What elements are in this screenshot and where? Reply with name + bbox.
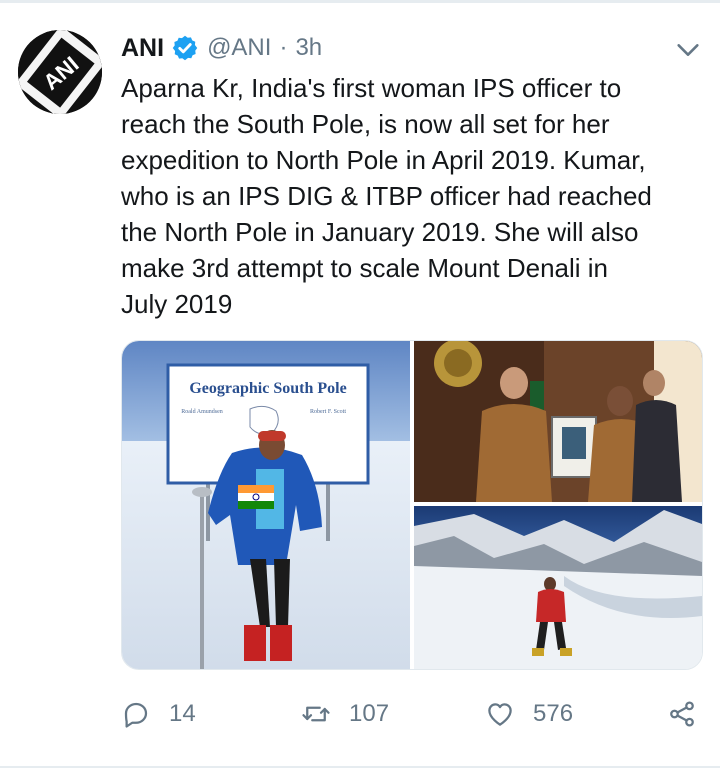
photo-mountain-climb[interactable]	[414, 506, 702, 669]
separator-dot: ·	[279, 34, 288, 61]
ani-logo: ANI	[18, 30, 102, 114]
verified-badge-icon	[171, 34, 199, 62]
tweet-text-line: July 2019	[121, 289, 233, 319]
retweet-count: 107	[349, 700, 390, 727]
sign-title: Geographic South Pole	[189, 380, 346, 397]
sign-left-name: Roald Amundsen	[181, 409, 223, 415]
top-divider	[0, 0, 720, 3]
tweet-text-line: the North Pole in January 2019. She will…	[121, 217, 639, 247]
author-name[interactable]: ANI	[121, 34, 164, 63]
media-grid: Geographic South Pole Roald Amundsen Rob…	[121, 340, 703, 670]
like-button[interactable]: 576	[485, 692, 573, 736]
tweet-text: Aparna Kr, India's first woman IPS offic…	[121, 70, 711, 322]
tweet-text-line: make 3rd attempt to scale Mount Denali i…	[121, 253, 609, 283]
retweet-button[interactable]: 107	[301, 692, 389, 736]
reply-button[interactable]: 14	[121, 692, 196, 736]
tweet-time[interactable]: 3h	[295, 34, 322, 62]
photo-office-handover[interactable]	[414, 341, 702, 502]
reply-count: 14	[169, 700, 196, 727]
share-icon	[667, 699, 697, 729]
tweet-text-line: who is an IPS DIG & ITBP officer had rea…	[121, 181, 652, 211]
chevron-down-icon[interactable]	[674, 36, 702, 64]
tweet-text-line: expedition to North Pole in April 2019. …	[121, 145, 646, 175]
retweet-icon	[301, 699, 331, 729]
heart-icon	[485, 699, 515, 729]
like-count: 576	[533, 700, 574, 727]
bottom-divider	[0, 766, 720, 768]
sign-right-name: Robert F. Scott	[310, 409, 346, 415]
share-button[interactable]	[667, 692, 697, 736]
author-handle[interactable]: @ANI	[207, 34, 271, 62]
tweet-text-line: reach the South Pole, is now all set for…	[121, 109, 610, 139]
tweet-actions: 14 107 576	[121, 692, 711, 736]
reply-icon	[121, 699, 151, 729]
tweet-text-line: Aparna Kr, India's first woman IPS offic…	[121, 73, 622, 103]
tweet-header: ANI @ANI · 3h	[121, 31, 322, 65]
photo-south-pole[interactable]: Geographic South Pole Roald Amundsen Rob…	[122, 341, 410, 669]
avatar[interactable]: ANI	[18, 30, 102, 114]
